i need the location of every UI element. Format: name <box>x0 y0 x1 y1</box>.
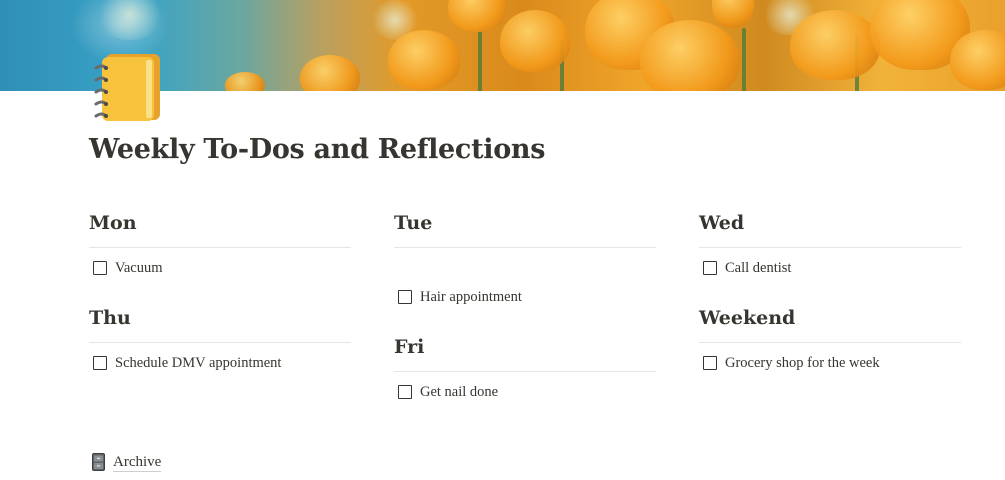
todo-label[interactable]: Grocery shop for the week <box>725 355 880 372</box>
todo-label[interactable]: Vacuum <box>115 260 163 277</box>
heading-tue[interactable]: Tue <box>394 206 656 248</box>
todo-item[interactable]: Grocery shop for the week <box>703 352 880 374</box>
todo-item[interactable]: Vacuum <box>93 257 163 279</box>
heading-fri[interactable]: Fri <box>394 330 656 372</box>
notion-page: Weekly To-Dos and Reflections Mon Vacuum… <box>0 0 1005 480</box>
todo-item[interactable]: Hair appointment <box>398 286 522 308</box>
heading-mon[interactable]: Mon <box>89 206 351 248</box>
checkbox[interactable] <box>703 261 717 275</box>
todo-item[interactable]: Get nail done <box>398 381 498 403</box>
checkbox[interactable] <box>703 356 717 370</box>
file-cabinet-icon <box>92 453 105 471</box>
archive-label[interactable]: Archive <box>113 453 162 472</box>
checkbox[interactable] <box>398 385 412 399</box>
checkbox[interactable] <box>93 261 107 275</box>
checkbox[interactable] <box>93 356 107 370</box>
heading-weekend[interactable]: Weekend <box>699 301 961 343</box>
todo-item[interactable]: Schedule DMV appointment <box>93 352 281 374</box>
todo-label[interactable]: Get nail done <box>420 384 498 401</box>
archive-page-link[interactable]: Archive <box>92 451 162 473</box>
todo-label[interactable]: Schedule DMV appointment <box>115 355 281 372</box>
todo-label[interactable]: Hair appointment <box>420 289 522 306</box>
heading-wed[interactable]: Wed <box>699 206 961 248</box>
todo-item[interactable]: Call dentist <box>703 257 791 279</box>
heading-thu[interactable]: Thu <box>89 301 351 343</box>
todo-label[interactable]: Call dentist <box>725 260 791 277</box>
spiral-notebook-icon[interactable] <box>92 52 162 124</box>
page-title[interactable]: Weekly To-Dos and Reflections <box>89 134 545 165</box>
checkbox[interactable] <box>398 290 412 304</box>
